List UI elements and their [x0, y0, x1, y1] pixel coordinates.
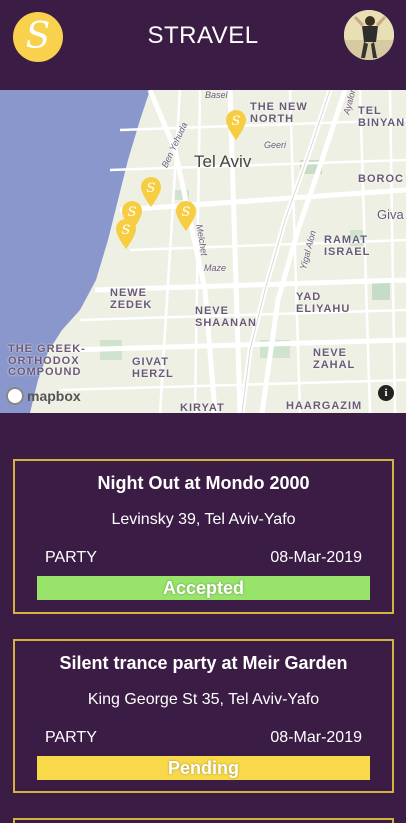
svg-text:S: S — [147, 181, 156, 196]
status-badge: Pending — [37, 756, 370, 780]
district-label: RAMAT ISRAEL — [324, 234, 371, 258]
district-label: BOROC — [358, 173, 404, 185]
street-label: Geeri — [264, 140, 287, 150]
mapbox-icon — [6, 387, 24, 405]
district-label: NEVE SHAANAN — [195, 305, 257, 329]
district-label: NEWE ZEDEK — [110, 287, 153, 311]
district-label: KIRYAT — [180, 402, 225, 413]
map-pin-icon[interactable]: S — [114, 218, 138, 250]
mapbox-label: mapbox — [27, 388, 81, 404]
district-label: NEVE ZAHAL — [313, 347, 356, 371]
event-title: Silent trance party at Meir Garden — [59, 653, 348, 673]
avatar[interactable] — [344, 10, 394, 60]
district-label: Giva — [377, 207, 404, 222]
district-label: YAD ELIYAHU — [296, 291, 351, 315]
svg-text:S: S — [232, 114, 241, 129]
status-badge: Accepted — [37, 576, 370, 600]
district-label: HAARGAZIM — [286, 400, 363, 412]
city-label: Tel Aviv — [194, 152, 252, 171]
svg-text:S: S — [182, 205, 191, 220]
event-type: PARTY — [45, 729, 97, 746]
map-pin-icon[interactable]: S — [174, 200, 198, 232]
map-pin-icon[interactable]: S — [224, 109, 248, 141]
avatar-image — [344, 10, 394, 60]
event-card[interactable] — [13, 818, 394, 823]
event-card[interactable]: Silent trance party at Meir Garden King … — [13, 639, 394, 793]
district-label: THE GREEK-ORTHODOX COMPOUND — [8, 343, 86, 379]
district-label: THE NEW NORTH — [250, 101, 308, 125]
event-title: Night Out at Mondo 2000 — [97, 473, 310, 493]
event-address: Levinsky 39, Tel Aviv-Yafo — [111, 511, 296, 528]
street-label: Basel — [205, 90, 228, 100]
district-label: TEL BINYAN — [358, 105, 406, 129]
street-label: Maze — [204, 263, 227, 273]
mapbox-attribution[interactable]: mapbox — [6, 387, 81, 405]
event-date: 08-Mar-2019 — [270, 549, 362, 566]
app-header: S STRAVEL — [0, 0, 406, 90]
event-address: King George St 35, Tel Aviv-Yafo — [87, 691, 320, 708]
info-icon[interactable]: i — [378, 385, 394, 401]
svg-text:S: S — [122, 223, 131, 238]
event-type: PARTY — [45, 549, 97, 566]
district-label: GIVAT HERZL — [132, 356, 174, 380]
event-date: 08-Mar-2019 — [270, 729, 362, 746]
event-card[interactable]: Night Out at Mondo 2000 Levinsky 39, Tel… — [13, 459, 394, 614]
event-map[interactable]: Basel Ayalon Ben Yehuda Geeri Yigal Alon… — [0, 90, 406, 413]
